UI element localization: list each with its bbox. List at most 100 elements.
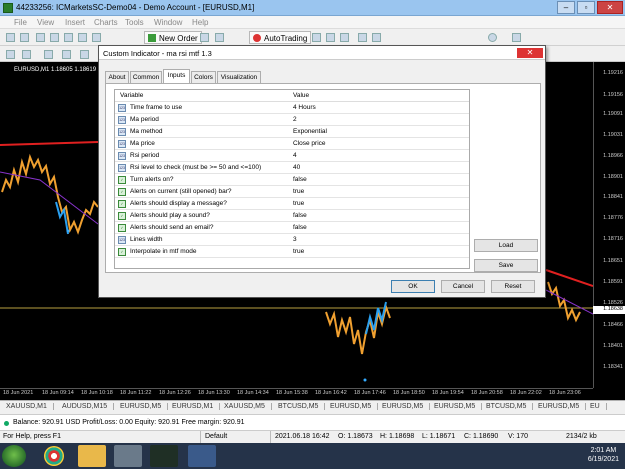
menu-file[interactable]: File [14,18,27,27]
navigator-icon[interactable] [64,33,73,42]
profiles-icon[interactable] [20,33,29,42]
input-row-interpolate[interactable]: ✓ Interpolate in mtf mode true [115,246,469,258]
input-row-ma-method[interactable]: 123 Ma method Exponential [115,126,469,138]
vertical-line-icon[interactable] [44,50,53,59]
save-button[interactable]: Save [474,259,538,272]
param-value[interactable]: false [293,212,307,219]
tester-icon[interactable] [92,33,101,42]
menu-charts[interactable]: Charts [94,18,118,27]
candlestick-icon[interactable] [326,33,335,42]
menu-window[interactable]: Window [154,18,182,27]
reset-button[interactable]: Reset [491,280,535,293]
chart-tab[interactable]: EURUSD,M5 [434,403,483,410]
new-order-button[interactable]: New Order [144,31,202,44]
param-value[interactable]: 3 [293,236,297,243]
param-value[interactable]: false [293,176,307,183]
terminal-balance-bar: Balance: 920.91 USD Profit/Loss: 0.00 Eq… [0,414,625,431]
line-chart-icon[interactable] [340,33,349,42]
price-scale[interactable]: 1.19216 1.19156 1.19091 1.19031 1.18966 … [593,62,625,388]
start-button[interactable] [2,445,26,467]
bar-chart-icon[interactable] [312,33,321,42]
tab-inputs[interactable]: Inputs [163,69,190,83]
market-watch-icon[interactable] [36,33,45,42]
terminal-icon[interactable] [78,33,87,42]
time-axis[interactable]: 18 Jun 2021 18 Jun 09:14 18 Jun 10:18 18… [0,388,593,400]
input-row-rsi-period[interactable]: 123 Rsi period 4 [115,150,469,162]
param-value[interactable]: 2 [293,116,297,123]
system-clock[interactable]: 2:01 AM 6/19/2021 [588,446,619,464]
input-row-alerts-email[interactable]: ✓ Alerts should send an email? false [115,222,469,234]
ok-button[interactable]: OK [391,280,435,293]
chrome-icon[interactable] [44,446,64,466]
menu-insert[interactable]: Insert [65,18,85,27]
zoom-in-icon[interactable] [358,33,367,42]
param-value[interactable]: Close price [293,140,326,147]
search-icon[interactable] [512,33,521,42]
param-value[interactable]: false [293,224,307,231]
param-value[interactable]: true [293,188,304,195]
input-row-lines-width[interactable]: 123 Lines width 3 [115,234,469,246]
cursor-icon[interactable] [6,50,15,59]
price-tick: 1.18966 [603,153,623,159]
menu-tools[interactable]: Tools [125,18,144,27]
cancel-button[interactable]: Cancel [441,280,485,293]
tab-colors[interactable]: Colors [191,71,216,83]
horizontal-line-icon[interactable] [62,50,71,59]
custom-indicator-dialog: Custom Indicator - ma rsi mtf 1.3 ✕ Abou… [98,45,546,298]
input-row-alerts-current-bar[interactable]: ✓ Alerts on current (still opened) bar? tr… [115,186,469,198]
maximize-button[interactable]: ▫ [577,1,595,14]
input-row-alerts-sound[interactable]: ✓ Alerts should play a sound? false [115,210,469,222]
chart-tab[interactable]: XAUUSD,M1 [6,403,54,410]
crosshair-icon[interactable] [22,50,31,59]
chart-tab[interactable]: EURUSD,M5 [330,403,379,410]
chart-tab[interactable]: EURUSD,M5 [120,403,169,410]
input-row-alerts-on[interactable]: ✓ Turn alerts on? false [115,174,469,186]
input-row-ma-price[interactable]: 123 Ma price Close price [115,138,469,150]
time-tick: 18 Jun 13:30 [198,390,230,396]
chart-tab[interactable]: AUDUSD,M15 [62,403,115,410]
input-row-timeframe[interactable]: 123 Time frame to use 4 Hours [115,102,469,114]
input-row-alerts-message[interactable]: ✓ Alerts should display a message? true [115,198,469,210]
chart-tab[interactable]: EU [590,403,607,410]
minimize-button[interactable]: – [557,1,575,14]
chart-tab[interactable]: XAUUSD,M5 [224,403,272,410]
chart-tab[interactable]: EURUSD,M5 [382,403,431,410]
param-value[interactable]: Exponential [293,128,327,135]
param-value[interactable]: true [293,200,304,207]
close-window-button[interactable]: ✕ [597,1,623,14]
chart-tab[interactable]: BTCUSD,M5 [486,403,534,410]
param-value[interactable]: 40 [293,164,300,171]
input-row-ma-period[interactable]: 123 Ma period 2 [115,114,469,126]
status-high: H: 1.18698 [380,433,415,440]
file-explorer-icon[interactable] [78,445,106,467]
options-icon[interactable] [215,33,224,42]
param-name: Alerts should play a sound? [130,212,210,219]
param-value[interactable]: 4 [293,152,297,159]
media-player-icon[interactable] [114,445,142,467]
param-name: Lines width [130,236,163,243]
chart-tab[interactable]: EURUSD,M1 [172,403,221,410]
menu-view[interactable]: View [37,18,54,27]
price-tick: 1.18401 [603,343,623,349]
chart-tab[interactable]: EURUSD,M5 [538,403,587,410]
menu-help[interactable]: Help [192,18,208,27]
param-value[interactable]: 4 Hours [293,104,316,111]
help-icon[interactable] [488,33,497,42]
data-window-icon[interactable] [50,33,59,42]
zoom-out-icon[interactable] [372,33,381,42]
param-value[interactable]: true [293,248,304,255]
tab-visualization[interactable]: Visualization [217,71,261,83]
trendline-icon[interactable] [80,50,89,59]
autotrading-button[interactable]: AutoTrading [249,31,312,44]
metatrader-taskbar-icon[interactable] [150,445,178,467]
dialog-close-button[interactable]: ✕ [517,48,543,58]
load-button[interactable]: Load [474,239,538,252]
metaeditor-icon[interactable] [200,33,209,42]
tab-about[interactable]: About [105,71,129,83]
chart-tab[interactable]: BTCUSD,M5 [278,403,326,410]
new-chart-icon[interactable] [6,33,15,42]
input-row-rsi-level[interactable]: 123 Rsi level to check (must be >= 50 and… [115,162,469,174]
metaeditor-taskbar-icon[interactable] [188,445,216,467]
status-volume: V: 170 [508,433,528,440]
tab-common[interactable]: Common [130,71,162,83]
